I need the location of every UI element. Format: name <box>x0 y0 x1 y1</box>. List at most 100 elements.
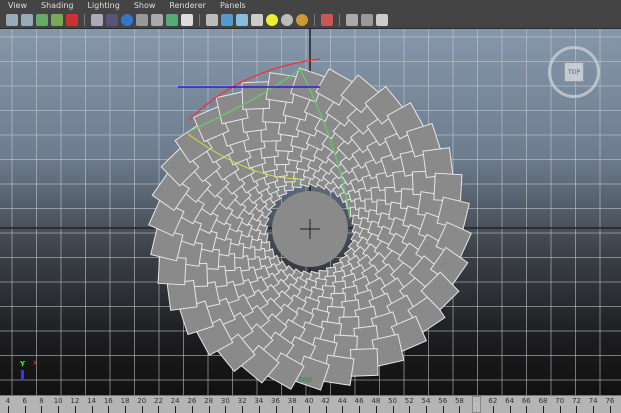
timeline-tick-label: 22 <box>154 397 163 405</box>
timeline-tick <box>509 406 511 413</box>
timeline-tick <box>426 406 427 413</box>
timeline-tick <box>208 406 210 413</box>
share-icon[interactable] <box>376 13 388 26</box>
timeline-tick <box>242 406 244 413</box>
toolbar-separator <box>199 13 200 26</box>
timeline-tick <box>91 406 93 413</box>
timeline-tick-label: 18 <box>120 397 130 405</box>
timeline-tick-label: 24 <box>170 397 180 405</box>
spiral-face <box>265 72 297 104</box>
timeline-tick-label: 44 <box>337 397 347 405</box>
viewport-top[interactable]: TOP top Y X <box>0 29 621 395</box>
timeline-tick-label: 40 <box>304 397 314 405</box>
viewcube-face-top[interactable]: TOP <box>564 62 584 82</box>
menu-shading[interactable]: Shading <box>41 1 74 10</box>
timeline-tick-label: 64 <box>505 397 515 405</box>
axis-z-icon <box>21 370 24 380</box>
timeline-tick-label: 34 <box>254 397 264 405</box>
timeline-tick <box>125 406 127 413</box>
cube-a-icon[interactable] <box>346 13 358 26</box>
isolate-icon[interactable] <box>181 13 193 26</box>
texture-icon[interactable] <box>166 13 178 26</box>
time-slider[interactable]: 4 6 8 10 12 14 16 18 20 22 24 26 28 30 32 34 36 38 40 42 44 4… <box>0 395 621 413</box>
camera-select-icon[interactable] <box>21 13 33 26</box>
timeline-tick <box>24 406 26 413</box>
cube-b-icon[interactable] <box>361 13 373 26</box>
timeline-tick-label: 46 <box>354 397 364 405</box>
timeline-tick <box>492 406 494 413</box>
toolbar-separator <box>314 13 315 26</box>
default-light-icon[interactable] <box>266 13 278 26</box>
bookmark-icon[interactable] <box>36 13 48 26</box>
image-plane-icon[interactable] <box>51 13 63 26</box>
timeline-tick <box>593 406 595 413</box>
spiral-face <box>157 256 187 286</box>
timeline-tick <box>191 406 193 413</box>
viewport-canvas[interactable] <box>0 29 621 395</box>
spiral-face <box>323 354 355 386</box>
smooth-shade-icon[interactable] <box>121 13 133 26</box>
timeline-tick-label: 48 <box>371 397 381 405</box>
menu-lighting[interactable]: Lighting <box>87 1 119 10</box>
timeline-tick <box>459 406 461 413</box>
grid-icon[interactable] <box>106 13 118 26</box>
current-time-indicator[interactable] <box>472 396 482 413</box>
textured-cube-icon[interactable] <box>236 13 248 26</box>
timeline-tick-label: 54 <box>421 397 431 405</box>
timeline-tick-label: 62 <box>488 397 498 405</box>
timeline-tick-label: 38 <box>287 397 297 405</box>
flat-shade-icon[interactable] <box>136 13 148 26</box>
timeline-tick <box>175 406 177 413</box>
camera-attr-icon[interactable] <box>6 13 18 26</box>
timeline-tick <box>409 406 411 413</box>
spiral-face <box>349 348 379 377</box>
select-camera-icon[interactable] <box>321 13 333 26</box>
all-lights-icon[interactable] <box>281 13 293 26</box>
viewcube[interactable]: TOP <box>548 46 600 98</box>
timeline-tick <box>108 406 110 413</box>
wire-cube-icon[interactable] <box>206 13 218 26</box>
timeline-tick-label: 42 <box>321 397 331 405</box>
timeline-tick-label: 12 <box>70 397 80 405</box>
timeline-tick <box>325 406 327 413</box>
timeline-tick <box>359 406 361 413</box>
timeline-tick-label: 56 <box>438 397 448 405</box>
view-label: top <box>299 375 313 384</box>
timeline-tick-label: 76 <box>605 397 615 405</box>
shaded-cube-icon[interactable] <box>221 13 233 26</box>
timeline-tick <box>74 406 76 413</box>
timeline-tick-label: 26 <box>187 397 197 405</box>
wireframe-icon[interactable] <box>91 13 103 26</box>
timeline-tick <box>576 406 578 413</box>
timeline-tick-label: 66 <box>521 397 531 405</box>
timeline-tick-label: 68 <box>538 397 548 405</box>
timeline-tick-label: 50 <box>388 397 398 405</box>
film-gate-icon[interactable] <box>66 13 78 26</box>
menu-view[interactable]: View <box>8 1 27 10</box>
timeline-tick-label: 30 <box>220 397 230 405</box>
menu-show[interactable]: Show <box>134 1 156 10</box>
timeline-tick <box>275 406 277 413</box>
timeline-tick <box>258 406 260 413</box>
toolbar-separator <box>84 13 85 26</box>
timeline-tick-label: 36 <box>271 397 280 405</box>
timeline-tick <box>141 406 143 413</box>
timeline-tick-label: 72 <box>572 397 581 405</box>
timeline-tick <box>8 406 9 413</box>
xray-icon[interactable] <box>151 13 163 26</box>
flat-light-icon[interactable] <box>296 13 308 26</box>
timeline-tick <box>58 406 60 413</box>
timeline-tick-label: 16 <box>103 397 113 405</box>
timeline-tick <box>342 406 344 413</box>
timeline-tick-label: 10 <box>53 397 63 405</box>
menu-panels[interactable]: Panels <box>220 1 246 10</box>
timeline-tick-label: 28 <box>204 397 214 405</box>
timeline-tick-label: 58 <box>454 397 464 405</box>
checker-icon[interactable] <box>251 13 263 26</box>
timeline-tick-label: 14 <box>87 397 97 405</box>
axis-y-label: Y <box>20 360 26 368</box>
timeline-tick <box>559 406 561 413</box>
menu-renderer[interactable]: Renderer <box>169 1 206 10</box>
timeline-tick <box>225 406 227 413</box>
timeline-tick-label: 32 <box>237 397 247 405</box>
